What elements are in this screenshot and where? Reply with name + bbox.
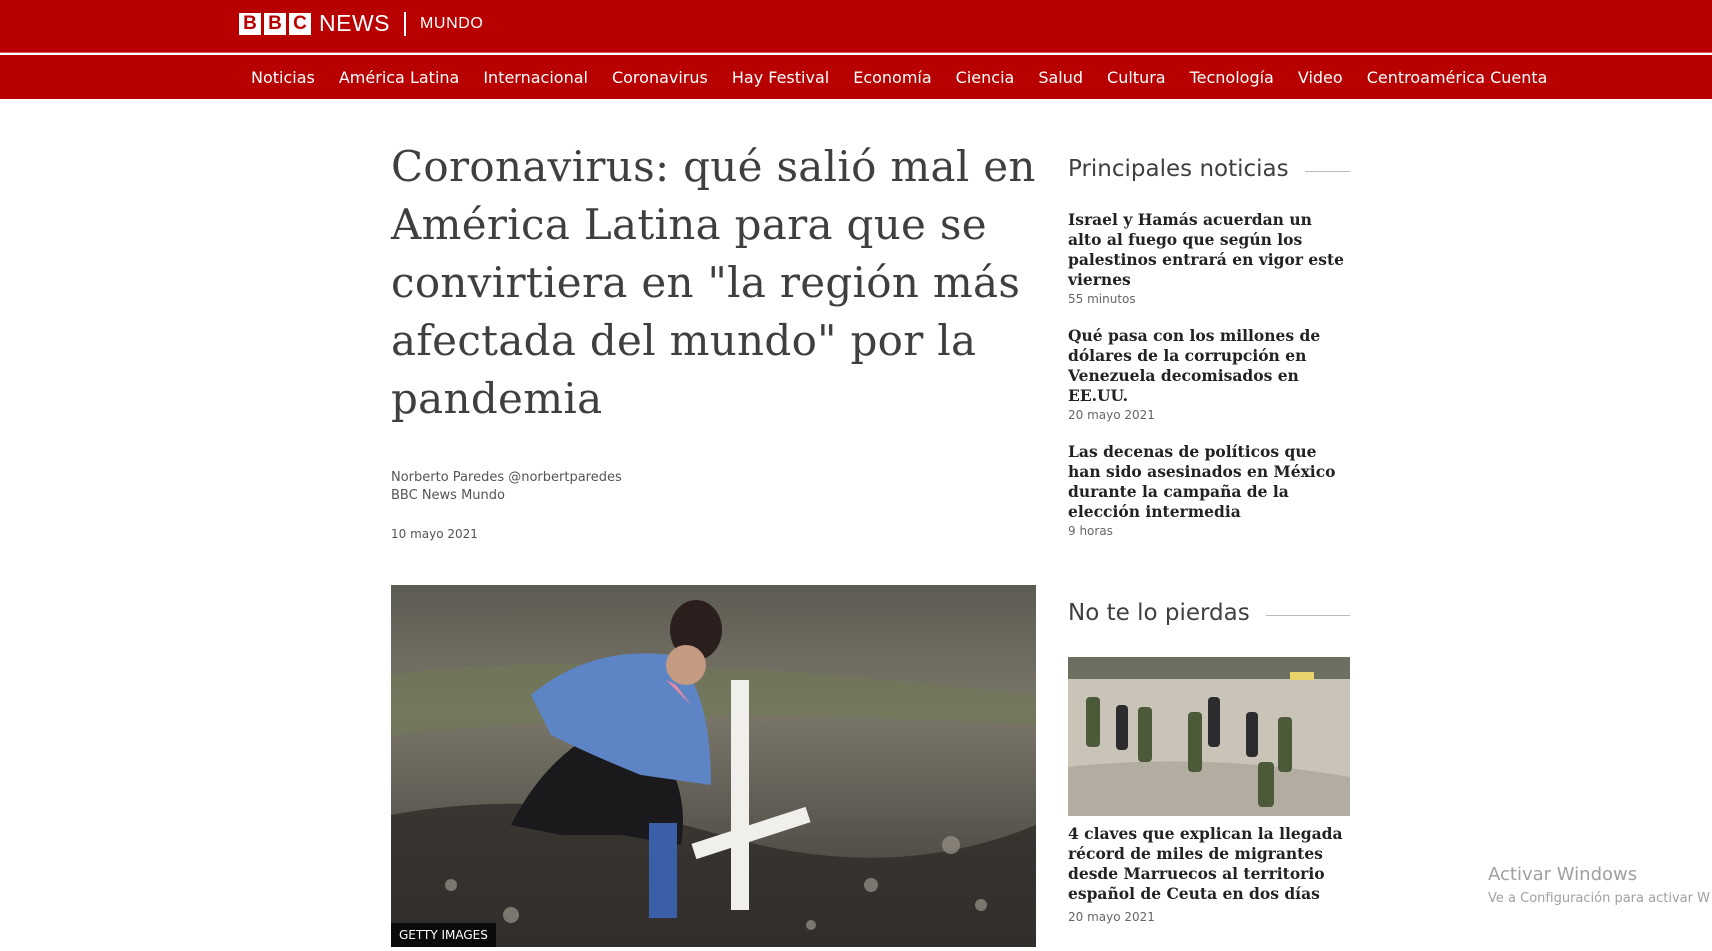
- dont-miss: No te lo pierdas 4 claves que explican l…: [1068, 600, 1350, 924]
- masthead: B B C NEWS MUNDO: [0, 0, 1712, 53]
- top-stories-heading: Principales noticias: [1068, 156, 1350, 182]
- watermark-line-1: Activar Windows: [1488, 864, 1638, 885]
- windows-activation-watermark: Activar Windows Ve a Configuración para …: [1488, 864, 1710, 906]
- bbc-block-c: C: [289, 12, 311, 35]
- nav-item-hay-festival[interactable]: Hay Festival: [720, 68, 841, 87]
- nav-item-noticias[interactable]: Noticias: [239, 68, 327, 87]
- article-headline: Coronavirus: qué salió mal en América La…: [391, 142, 1036, 423]
- story-item[interactable]: 4 claves que explican la llegada récord …: [1068, 824, 1350, 924]
- top-stories-title: Principales noticias: [1068, 156, 1289, 182]
- bbc-blocks: B B C: [239, 12, 311, 35]
- author-outlet: BBC News Mundo: [391, 488, 505, 503]
- nav-item-salud[interactable]: Salud: [1026, 68, 1095, 87]
- top-stories: Principales noticias Israel y Hamás acue…: [1068, 156, 1350, 538]
- nav-item-centroamerica-cuenta[interactable]: Centroamérica Cuenta: [1355, 68, 1560, 87]
- story-time: 20 mayo 2021: [1068, 408, 1155, 422]
- nav-item-ciencia[interactable]: Ciencia: [944, 68, 1027, 87]
- hero-image: GETTY IMAGES: [391, 585, 1036, 947]
- story-title[interactable]: Israel y Hamás acuerdan un alto al fuego…: [1068, 210, 1350, 290]
- story-title[interactable]: Qué pasa con los millones de dólares de …: [1068, 326, 1350, 406]
- story-time: 55 minutos: [1068, 292, 1136, 306]
- story-item[interactable]: Las decenas de políticos que han sido as…: [1068, 442, 1350, 538]
- story-time: 9 horas: [1068, 524, 1113, 538]
- watermark-line-2: Ve a Configuración para activar W: [1488, 891, 1710, 906]
- nav-item-economia[interactable]: Economía: [841, 68, 943, 87]
- logo-news-text: NEWS: [319, 10, 390, 36]
- story-item[interactable]: Qué pasa con los millones de dólares de …: [1068, 326, 1350, 422]
- bbc-block-b2: B: [264, 12, 286, 35]
- nav-item-video[interactable]: Video: [1286, 68, 1355, 87]
- story-title[interactable]: Las decenas de políticos que han sido as…: [1068, 442, 1350, 522]
- dont-miss-heading: No te lo pierdas: [1068, 600, 1350, 626]
- logo-edition-text: MUNDO: [420, 14, 484, 32]
- nav-item-tecnologia[interactable]: Tecnología: [1178, 68, 1286, 87]
- dont-miss-thumbnail[interactable]: [1068, 657, 1350, 816]
- dont-miss-title: No te lo pierdas: [1068, 600, 1250, 626]
- heading-rule: [1304, 170, 1350, 172]
- nav-item-cultura[interactable]: Cultura: [1095, 68, 1178, 87]
- nav-item-america-latina[interactable]: América Latina: [327, 68, 471, 87]
- hero-photo-illustration: [391, 585, 1036, 947]
- author-name[interactable]: Norberto Paredes @norbertparedes: [391, 469, 622, 487]
- bbc-news-mundo-logo[interactable]: B B C NEWS MUNDO: [239, 10, 483, 37]
- image-credit: GETTY IMAGES: [391, 923, 496, 947]
- main-navigation: Noticias América Latina Internacional Co…: [0, 55, 1712, 99]
- story-item[interactable]: Israel y Hamás acuerdan un alto al fuego…: [1068, 210, 1350, 306]
- heading-rule: [1265, 614, 1350, 616]
- nav-list: Noticias América Latina Internacional Co…: [239, 55, 1559, 99]
- story-title[interactable]: 4 claves que explican la llegada récord …: [1068, 824, 1350, 904]
- nav-item-internacional[interactable]: Internacional: [471, 68, 600, 87]
- story-time: 20 mayo 2021: [1068, 910, 1155, 924]
- logo-divider: [404, 11, 406, 36]
- nav-item-coronavirus[interactable]: Coronavirus: [600, 68, 720, 87]
- migrants-photo-illustration: [1068, 657, 1350, 816]
- bbc-block-b1: B: [239, 12, 261, 35]
- article-byline: Norberto Paredes @norbertparedes BBC New…: [391, 469, 622, 505]
- publish-date: 10 mayo 2021: [391, 527, 478, 541]
